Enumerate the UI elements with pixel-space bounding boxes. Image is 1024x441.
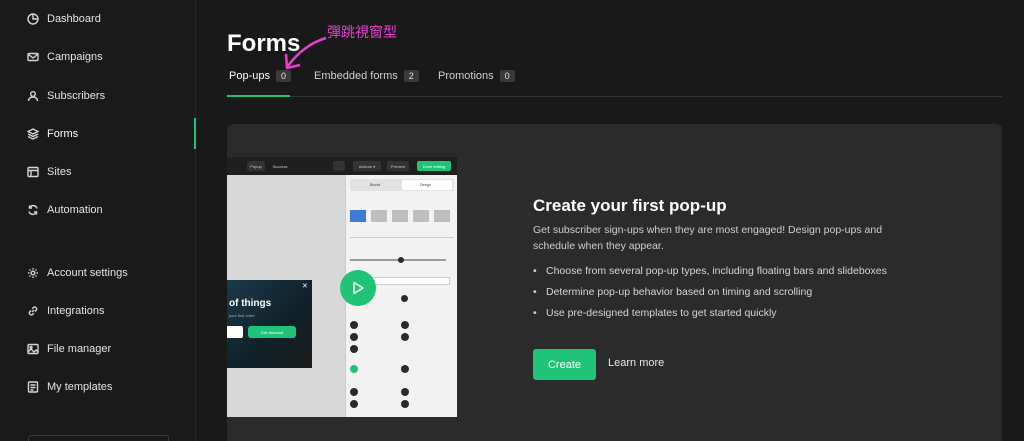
learn-more-link[interactable]: Learn more bbox=[608, 357, 664, 369]
sidebar-item-label: Integrations bbox=[47, 305, 105, 317]
image-icon bbox=[27, 343, 39, 355]
preview-actions-button: Actions ▾ bbox=[353, 161, 381, 171]
sidebar-item-subscribers[interactable]: Subscribers bbox=[0, 83, 196, 109]
sidebar-item-forms[interactable]: Forms bbox=[0, 121, 196, 147]
preview-element bbox=[401, 365, 409, 373]
mail-icon bbox=[27, 51, 39, 63]
preview-form-type bbox=[371, 210, 387, 222]
close-icon: ✕ bbox=[302, 283, 308, 290]
preview-swatch bbox=[401, 295, 408, 302]
active-nav-indicator bbox=[194, 118, 196, 149]
preview-popup-title: of things bbox=[229, 298, 272, 309]
preview-element bbox=[350, 400, 358, 408]
preview-topbar: Popup Success Actions ▾ Preview Done edi… bbox=[227, 157, 457, 175]
gear-icon bbox=[27, 267, 39, 279]
list-item: Choose from several pop-up types, includ… bbox=[533, 263, 913, 284]
tab-count-badge: 2 bbox=[403, 70, 419, 82]
link-icon bbox=[27, 305, 39, 317]
preview-element bbox=[401, 333, 409, 341]
preview-form-type bbox=[392, 210, 408, 222]
play-button[interactable] bbox=[340, 270, 376, 306]
create-button[interactable]: Create bbox=[533, 349, 596, 380]
sidebar-item-campaigns[interactable]: Campaigns bbox=[0, 44, 196, 70]
preview-element bbox=[350, 333, 358, 341]
tab-label: Promotions bbox=[438, 70, 494, 82]
list-item: Use pre-designed templates to get starte… bbox=[533, 305, 913, 326]
tab-count-badge: 0 bbox=[499, 70, 515, 82]
annotation-label: 彈跳視窗型 bbox=[327, 24, 397, 40]
dashboard-icon bbox=[27, 13, 39, 25]
sidebar-item-label: My templates bbox=[47, 381, 113, 393]
empty-state-title: Create your first pop-up bbox=[533, 196, 727, 215]
sidebar-item-label: Automation bbox=[47, 204, 103, 216]
tab-pop-ups[interactable]: Pop-ups 0 bbox=[229, 70, 291, 82]
preview-done-button: Done editing bbox=[417, 161, 451, 171]
tab-promotions[interactable]: Promotions 0 bbox=[438, 70, 515, 82]
tab-embedded-forms[interactable]: Embedded forms 2 bbox=[314, 70, 419, 82]
sidebar-item-label: File manager bbox=[47, 343, 112, 355]
forms-tabs: Pop-ups 0 Embedded forms 2 Promotions 0 bbox=[227, 68, 1002, 97]
sidebar-item-label: Sites bbox=[47, 166, 72, 178]
sites-icon bbox=[27, 166, 39, 178]
preview-popup-subtitle: your first order bbox=[229, 313, 255, 318]
preview-element bbox=[350, 365, 358, 373]
preview-popup-input bbox=[227, 326, 243, 338]
preview-blocks-tab: Blocks bbox=[370, 183, 381, 187]
sidebar-item-my-templates[interactable]: My templates bbox=[0, 374, 196, 400]
preview-popup: ✕ of things your first order Get discoun… bbox=[227, 280, 312, 368]
preview-design-tab: Design bbox=[420, 183, 431, 187]
tab-label: Pop-ups bbox=[229, 70, 270, 82]
sidebar-item-label: Forms bbox=[47, 128, 79, 140]
feature-list: Choose from several pop-up types, includ… bbox=[533, 263, 913, 326]
preview-preview-button: Preview bbox=[387, 161, 409, 171]
preview-popup-button: Popup bbox=[247, 161, 265, 171]
sidebar-item-dashboard[interactable]: Dashboard bbox=[0, 6, 196, 32]
preview-undo-button bbox=[333, 161, 345, 171]
play-icon bbox=[353, 281, 364, 295]
preview-canvas: ✕ of things your first order Get discoun… bbox=[227, 175, 345, 417]
tab-label: Embedded forms bbox=[314, 70, 398, 82]
sidebar-item-integrations[interactable]: Integrations bbox=[0, 298, 196, 324]
tab-count-badge: 0 bbox=[275, 70, 291, 82]
sidebar-item-account-settings[interactable]: Account settings bbox=[0, 260, 196, 286]
empty-state-description: Get subscriber sign-ups when they are mo… bbox=[533, 224, 883, 252]
sidebar: Dashboard Campaigns Subscribers Forms Si… bbox=[0, 0, 196, 441]
preview-element bbox=[350, 388, 358, 396]
preview-element bbox=[401, 388, 409, 396]
refresh-icon bbox=[27, 204, 39, 216]
preview-element bbox=[401, 321, 409, 329]
sidebar-item-sites[interactable]: Sites bbox=[0, 159, 196, 185]
sidebar-item-label: Dashboard bbox=[47, 13, 101, 25]
active-tab-underline bbox=[227, 95, 290, 97]
sidebar-bottom-card[interactable] bbox=[28, 435, 169, 441]
list-item: Determine pop-up behavior based on timin… bbox=[533, 284, 913, 305]
preview-popup-button: Get discount bbox=[248, 326, 296, 338]
sidebar-item-label: Subscribers bbox=[47, 90, 106, 102]
sidebar-item-automation[interactable]: Automation bbox=[0, 197, 196, 223]
template-icon bbox=[27, 381, 39, 393]
preview-slider-thumb bbox=[398, 257, 404, 263]
sidebar-item-label: Campaigns bbox=[47, 51, 103, 63]
preview-success-button: Success bbox=[272, 163, 288, 169]
preview-form-type bbox=[434, 210, 450, 222]
preview-form-type bbox=[350, 210, 366, 222]
preview-form-type bbox=[413, 210, 429, 222]
sidebar-item-file-manager[interactable]: File manager bbox=[0, 336, 196, 362]
preview-element bbox=[350, 345, 358, 353]
preview-element bbox=[401, 400, 409, 408]
preview-divider bbox=[350, 237, 454, 238]
sidebar-item-label: Account settings bbox=[47, 267, 128, 279]
layers-icon bbox=[27, 128, 39, 140]
preview-element bbox=[350, 321, 358, 329]
user-icon bbox=[27, 90, 39, 102]
